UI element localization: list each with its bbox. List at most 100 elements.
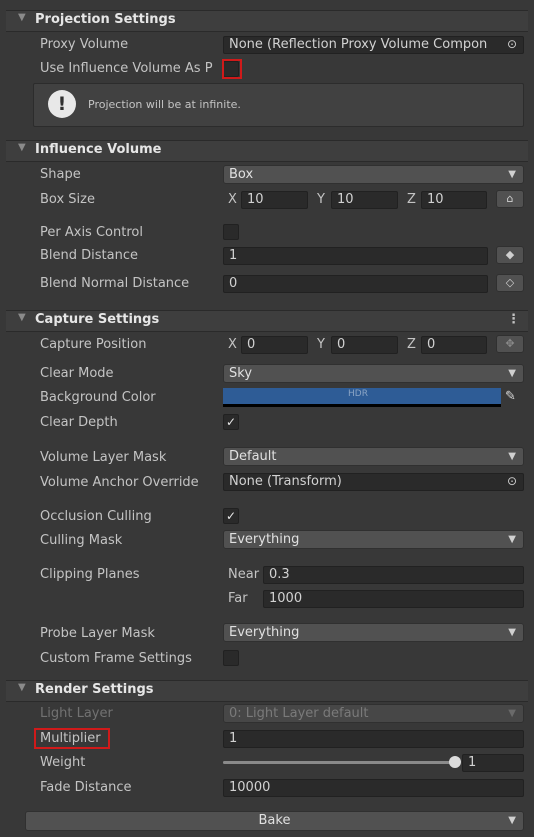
volume-anchor-override-value: None (Transform) bbox=[229, 474, 342, 489]
clear-mode-value: Sky bbox=[229, 366, 253, 381]
chevron-down-icon: ▼ bbox=[508, 708, 516, 719]
bake-button[interactable]: Bake ▼ bbox=[25, 811, 524, 831]
probe-layer-mask-label: Probe Layer Mask bbox=[40, 626, 155, 641]
blend-distance-label: Blend Distance bbox=[40, 248, 138, 263]
proxy-volume-label: Proxy Volume bbox=[40, 37, 129, 52]
culling-mask-dropdown[interactable]: Everything ▼ bbox=[223, 530, 524, 549]
y-axis-label: Y bbox=[317, 192, 325, 207]
x-axis-label: X bbox=[228, 192, 237, 207]
z-axis-label: Z bbox=[407, 337, 416, 352]
background-color-label: Background Color bbox=[40, 390, 156, 405]
eyedropper-icon[interactable]: ✎ bbox=[505, 389, 516, 404]
weight-label: Weight bbox=[40, 755, 86, 770]
info-icon: ! bbox=[48, 90, 76, 118]
shape-value: Box bbox=[229, 167, 254, 182]
per-axis-control-checkbox[interactable] bbox=[223, 224, 239, 240]
weight-slider-fill bbox=[223, 761, 455, 764]
volume-layer-mask-value: Default bbox=[229, 449, 277, 464]
probe-layer-mask-value: Everything bbox=[229, 625, 300, 640]
object-picker-icon[interactable]: ⊙ bbox=[507, 474, 517, 488]
highlight-box bbox=[34, 728, 110, 749]
shape-label: Shape bbox=[40, 167, 81, 182]
multiplier-field[interactable]: 1 bbox=[223, 730, 524, 748]
chevron-down-icon: ▼ bbox=[508, 368, 516, 379]
light-layer-label: Light Layer bbox=[40, 706, 113, 721]
volume-anchor-override-label: Volume Anchor Override bbox=[40, 475, 199, 490]
weight-slider-track[interactable] bbox=[223, 761, 455, 764]
light-layer-value: 0: Light Layer default bbox=[229, 706, 369, 721]
y-axis-label: Y bbox=[317, 337, 325, 352]
section-title: Projection Settings bbox=[35, 12, 176, 27]
box-size-y-field[interactable]: 10 bbox=[331, 191, 398, 209]
x-axis-label: X bbox=[228, 337, 237, 352]
custom-frame-settings-checkbox[interactable] bbox=[223, 650, 239, 666]
bake-label: Bake bbox=[258, 813, 291, 828]
influence-volume-header[interactable]: ▼ Influence Volume bbox=[6, 140, 528, 162]
highlight-box bbox=[222, 59, 242, 79]
move-tool-icon[interactable]: ✥ bbox=[496, 335, 524, 353]
chevron-down-icon: ▼ bbox=[508, 627, 516, 638]
weight-slider-thumb[interactable] bbox=[449, 756, 461, 768]
near-label: Near bbox=[228, 567, 260, 582]
occlusion-culling-checkbox[interactable]: ✓ bbox=[223, 508, 239, 524]
per-axis-control-label: Per Axis Control bbox=[40, 225, 143, 240]
blend-normal-distance-label: Blend Normal Distance bbox=[40, 276, 190, 291]
foldout-arrow-icon: ▼ bbox=[18, 682, 26, 693]
capture-position-label: Capture Position bbox=[40, 337, 147, 352]
proxy-volume-value: None (Reflection Proxy Volume Compon bbox=[229, 37, 488, 52]
edit-blend-icon[interactable]: ◆ bbox=[496, 246, 524, 264]
capture-position-z-field[interactable]: 0 bbox=[421, 336, 487, 354]
light-layer-dropdown: 0: Light Layer default ▼ bbox=[223, 704, 524, 723]
capture-position-y-field[interactable]: 0 bbox=[331, 336, 398, 354]
occlusion-culling-label: Occlusion Culling bbox=[40, 509, 152, 524]
box-size-z-field[interactable]: 10 bbox=[421, 191, 487, 209]
volume-layer-mask-label: Volume Layer Mask bbox=[40, 450, 167, 465]
chevron-down-icon: ▼ bbox=[508, 451, 516, 462]
box-size-label: Box Size bbox=[40, 192, 95, 207]
edit-blend-normal-icon[interactable]: ◇ bbox=[496, 274, 524, 292]
chevron-down-icon: ▼ bbox=[508, 815, 516, 826]
near-plane-field[interactable]: 0.3 bbox=[263, 566, 524, 584]
section-title: Influence Volume bbox=[35, 142, 162, 157]
fade-distance-field[interactable]: 10000 bbox=[223, 779, 524, 797]
foldout-arrow-icon: ▼ bbox=[18, 12, 26, 23]
use-influence-volume-label: Use Influence Volume As P bbox=[40, 61, 213, 76]
object-picker-icon[interactable]: ⊙ bbox=[507, 37, 517, 51]
clear-depth-checkbox[interactable]: ✓ bbox=[223, 414, 239, 430]
more-options-icon[interactable]: ⋮ bbox=[507, 312, 520, 327]
z-axis-label: Z bbox=[407, 192, 416, 207]
chevron-down-icon: ▼ bbox=[508, 169, 516, 180]
chevron-down-icon: ▼ bbox=[508, 534, 516, 545]
section-title: Render Settings bbox=[35, 682, 154, 697]
culling-mask-label: Culling Mask bbox=[40, 533, 123, 548]
foldout-arrow-icon: ▼ bbox=[18, 312, 26, 323]
help-box: ! Projection will be at infinite. bbox=[33, 83, 524, 127]
box-size-x-field[interactable]: 10 bbox=[241, 191, 308, 209]
blend-normal-distance-field[interactable]: 0 bbox=[223, 275, 488, 293]
clear-mode-dropdown[interactable]: Sky ▼ bbox=[223, 364, 524, 383]
volume-layer-mask-dropdown[interactable]: Default ▼ bbox=[223, 447, 524, 466]
clipping-planes-label: Clipping Planes bbox=[40, 567, 140, 582]
shape-dropdown[interactable]: Box ▼ bbox=[223, 165, 524, 184]
background-color-swatch[interactable]: HDR bbox=[223, 388, 501, 407]
volume-anchor-override-field[interactable]: None (Transform) bbox=[223, 473, 524, 491]
custom-frame-settings-label: Custom Frame Settings bbox=[40, 651, 192, 666]
edit-bounds-icon[interactable]: ⌂ bbox=[496, 190, 524, 208]
probe-layer-mask-dropdown[interactable]: Everything ▼ bbox=[223, 623, 524, 642]
section-title: Capture Settings bbox=[35, 312, 160, 327]
proxy-volume-field[interactable]: None (Reflection Proxy Volume Compon bbox=[223, 36, 524, 54]
clear-depth-label: Clear Depth bbox=[40, 415, 118, 430]
help-text: Projection will be at infinite. bbox=[88, 98, 241, 111]
culling-mask-value: Everything bbox=[229, 532, 300, 547]
render-settings-header[interactable]: ▼ Render Settings bbox=[6, 680, 528, 702]
weight-field[interactable]: 1 bbox=[462, 754, 524, 772]
capture-position-x-field[interactable]: 0 bbox=[241, 336, 308, 354]
blend-distance-field[interactable]: 1 bbox=[223, 247, 488, 265]
projection-settings-header[interactable]: ▼ Projection Settings bbox=[6, 10, 528, 32]
capture-settings-header[interactable]: ▼ Capture Settings ⋮ bbox=[6, 310, 528, 332]
far-label: Far bbox=[228, 591, 248, 606]
far-plane-field[interactable]: 1000 bbox=[263, 590, 524, 608]
fade-distance-label: Fade Distance bbox=[40, 780, 132, 795]
clear-mode-label: Clear Mode bbox=[40, 366, 114, 381]
hdr-badge: HDR bbox=[348, 389, 368, 399]
